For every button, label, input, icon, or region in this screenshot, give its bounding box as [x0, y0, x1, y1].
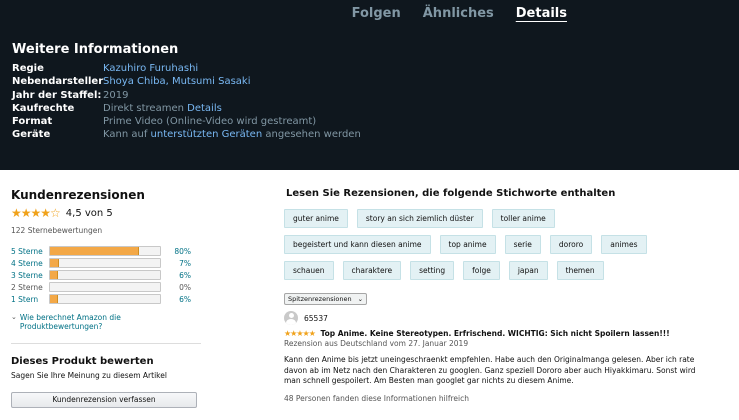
details-panel: Folgen Ähnliches Details Weitere Informa… — [0, 0, 739, 170]
keyword-chip[interactable]: serie — [504, 235, 541, 254]
histogram-fill — [50, 259, 59, 267]
keyword-chip[interactable]: schauen — [284, 261, 334, 280]
ratings-count: 122 Sternebewertungen — [11, 226, 103, 235]
star-rating-icon: ★★★★☆ — [11, 206, 61, 220]
histogram-bar[interactable] — [49, 246, 161, 256]
info-row-kaufrechte: Kaufrechte Direkt streamen Details — [12, 102, 361, 115]
info-key: Nebendarsteller — [12, 76, 104, 88]
keyword-chip[interactable]: charaktere — [342, 261, 402, 280]
info-row-nebendarsteller: Nebendarsteller Shoya Chiba, Mutsumi Sas… — [12, 75, 361, 88]
how-ratings-calculated-link[interactable]: ⌄ Wie berechnet Amazon die Produktbewert… — [11, 313, 201, 331]
info-row-jahr: Jahr der Staffel: 2019 — [12, 89, 361, 102]
tab-folgen[interactable]: Folgen — [352, 6, 401, 21]
sort-selected: Spitzenrezensionen — [288, 295, 352, 303]
write-review-button[interactable]: Kundenrezension verfassen — [11, 392, 197, 408]
reviewer-name[interactable]: 65537 — [304, 314, 328, 323]
info-value: Direkt streamen Details — [103, 102, 222, 115]
rate-product-title: Dieses Produkt bewerten — [11, 356, 154, 367]
review-date: Rezension aus Deutschland vom 27. Januar… — [284, 339, 469, 348]
keyword-chip[interactable]: guter anime — [284, 209, 348, 228]
helpful-count: 48 Personen fanden diese Informationen h… — [284, 393, 469, 403]
histogram-label[interactable]: 1 Stern — [11, 295, 49, 304]
info-title: Weitere Informationen — [12, 42, 179, 57]
chevron-down-icon: ⌄ — [357, 295, 364, 303]
review-headline-row: ★★★★★ Top Anime. Keine Stereotypen. Erfr… — [284, 329, 724, 338]
cast-link[interactable]: Shoya Chiba, Mutsumi Sasaki — [103, 75, 250, 88]
director-link[interactable]: Kazuhiro Furuhashi — [103, 62, 198, 75]
info-value-text: angesehen werden — [262, 129, 361, 141]
histogram-percent: 0% — [179, 282, 191, 292]
reviewer-profile[interactable]: 65537 — [284, 311, 724, 325]
histogram-row: 2 Sterne 0% — [11, 281, 201, 293]
info-grid: Regie Kazuhiro Furuhashi Nebendarsteller… — [12, 62, 361, 142]
review-headline[interactable]: Top Anime. Keine Stereotypen. Erfrischen… — [320, 329, 669, 338]
histogram-percent[interactable]: 6% — [171, 271, 191, 280]
keyword-chips: guter anime story an sich ziemlich düste… — [284, 209, 704, 280]
customer-reviews-summary: Kundenrezensionen ★★★★☆ 4,5 von 5 122 St… — [11, 188, 201, 408]
average-rating: ★★★★☆ 4,5 von 5 — [11, 206, 201, 220]
histogram-row[interactable]: 1 Stern 6% — [11, 293, 201, 305]
keyword-chip[interactable]: toller anime — [491, 209, 555, 228]
chevron-down-icon: ⌄ — [11, 313, 17, 321]
details-link[interactable]: Details — [187, 103, 222, 114]
review-body: Kann den Anime bis jetzt uneingeschraenk… — [284, 355, 696, 385]
info-value-text: Direkt streamen — [103, 102, 188, 114]
histogram-fill — [50, 247, 139, 255]
star-rating-icon: ★★★★★ — [284, 329, 316, 338]
histogram-bar[interactable] — [49, 258, 161, 268]
tab-aehnliches[interactable]: Ähnliches — [423, 6, 494, 21]
histogram-percent[interactable]: 6% — [171, 295, 191, 304]
divider — [11, 343, 201, 344]
histogram-bar — [49, 282, 161, 292]
histogram-label: 2 Sterne — [11, 282, 43, 292]
info-key: Jahr der Staffel: — [12, 89, 102, 101]
keyword-chip[interactable]: animes — [601, 235, 647, 254]
histogram-label[interactable]: 4 Sterne — [11, 259, 49, 268]
info-row-format: Format Prime Video (Online-Video wird ge… — [12, 115, 361, 128]
histogram-percent[interactable]: 80% — [171, 247, 191, 256]
info-key: Geräte — [12, 129, 51, 141]
keyword-chip[interactable]: setting — [410, 261, 455, 280]
reviews-title: Kundenrezensionen — [11, 188, 145, 202]
info-key: Kaufrechte — [12, 102, 75, 114]
keyword-chip[interactable]: themen — [556, 261, 604, 280]
info-key: Regie — [12, 63, 44, 74]
tab-bar: Folgen Ähnliches Details — [352, 6, 567, 21]
histogram-row[interactable]: 4 Sterne 7% — [11, 257, 201, 269]
keyword-chip[interactable]: dororo — [549, 235, 593, 254]
histogram-row[interactable]: 3 Sterne 6% — [11, 269, 201, 281]
supported-devices-link[interactable]: unterstützten Geräten — [151, 129, 263, 140]
how-ratings-text[interactable]: Wie berechnet Amazon die Produktbewertun… — [20, 313, 201, 331]
keyword-chip[interactable]: japan — [508, 261, 548, 280]
info-row-geraete: Geräte Kann auf unterstützten Geräten an… — [12, 128, 361, 141]
rating-histogram: 5 Sterne 80% 4 Sterne 7% 3 Sterne 6% 2 S… — [11, 245, 201, 305]
histogram-bar[interactable] — [49, 294, 161, 304]
keywords-title: Lesen Sie Rezensionen, die folgende Stic… — [286, 188, 616, 199]
info-value: Prime Video (Online-Video wird gestreamt… — [103, 116, 317, 128]
average-text: 4,5 von 5 — [65, 207, 113, 219]
keyword-chip[interactable]: folge — [463, 261, 500, 280]
histogram-percent[interactable]: 7% — [171, 259, 191, 268]
info-row-regie: Regie Kazuhiro Furuhashi — [12, 62, 361, 75]
info-key: Format — [12, 116, 53, 128]
keyword-chip[interactable]: story an sich ziemlich düster — [356, 209, 483, 228]
info-value: 2019 — [103, 89, 129, 101]
review-list: Lesen Sie Rezensionen, die folgende Stic… — [284, 188, 724, 403]
histogram-fill — [50, 271, 58, 279]
keyword-chip[interactable]: begeistert und kann diesen anime — [284, 235, 431, 254]
histogram-label[interactable]: 3 Sterne — [11, 271, 49, 280]
sort-dropdown[interactable]: Spitzenrezensionen ⌄ — [284, 293, 368, 305]
rate-product-subtitle: Sagen Sie Ihre Meinung zu diesem Artikel — [11, 371, 167, 380]
histogram-row[interactable]: 5 Sterne 80% — [11, 245, 201, 257]
avatar — [284, 311, 298, 325]
histogram-bar[interactable] — [49, 270, 161, 280]
info-value: Kann auf unterstützten Geräten angesehen… — [103, 128, 361, 141]
histogram-fill — [50, 295, 58, 303]
keyword-chip[interactable]: top anime — [439, 235, 496, 254]
histogram-label[interactable]: 5 Sterne — [11, 247, 49, 256]
tab-details[interactable]: Details — [516, 6, 567, 21]
info-value-text: Kann auf — [103, 129, 151, 141]
